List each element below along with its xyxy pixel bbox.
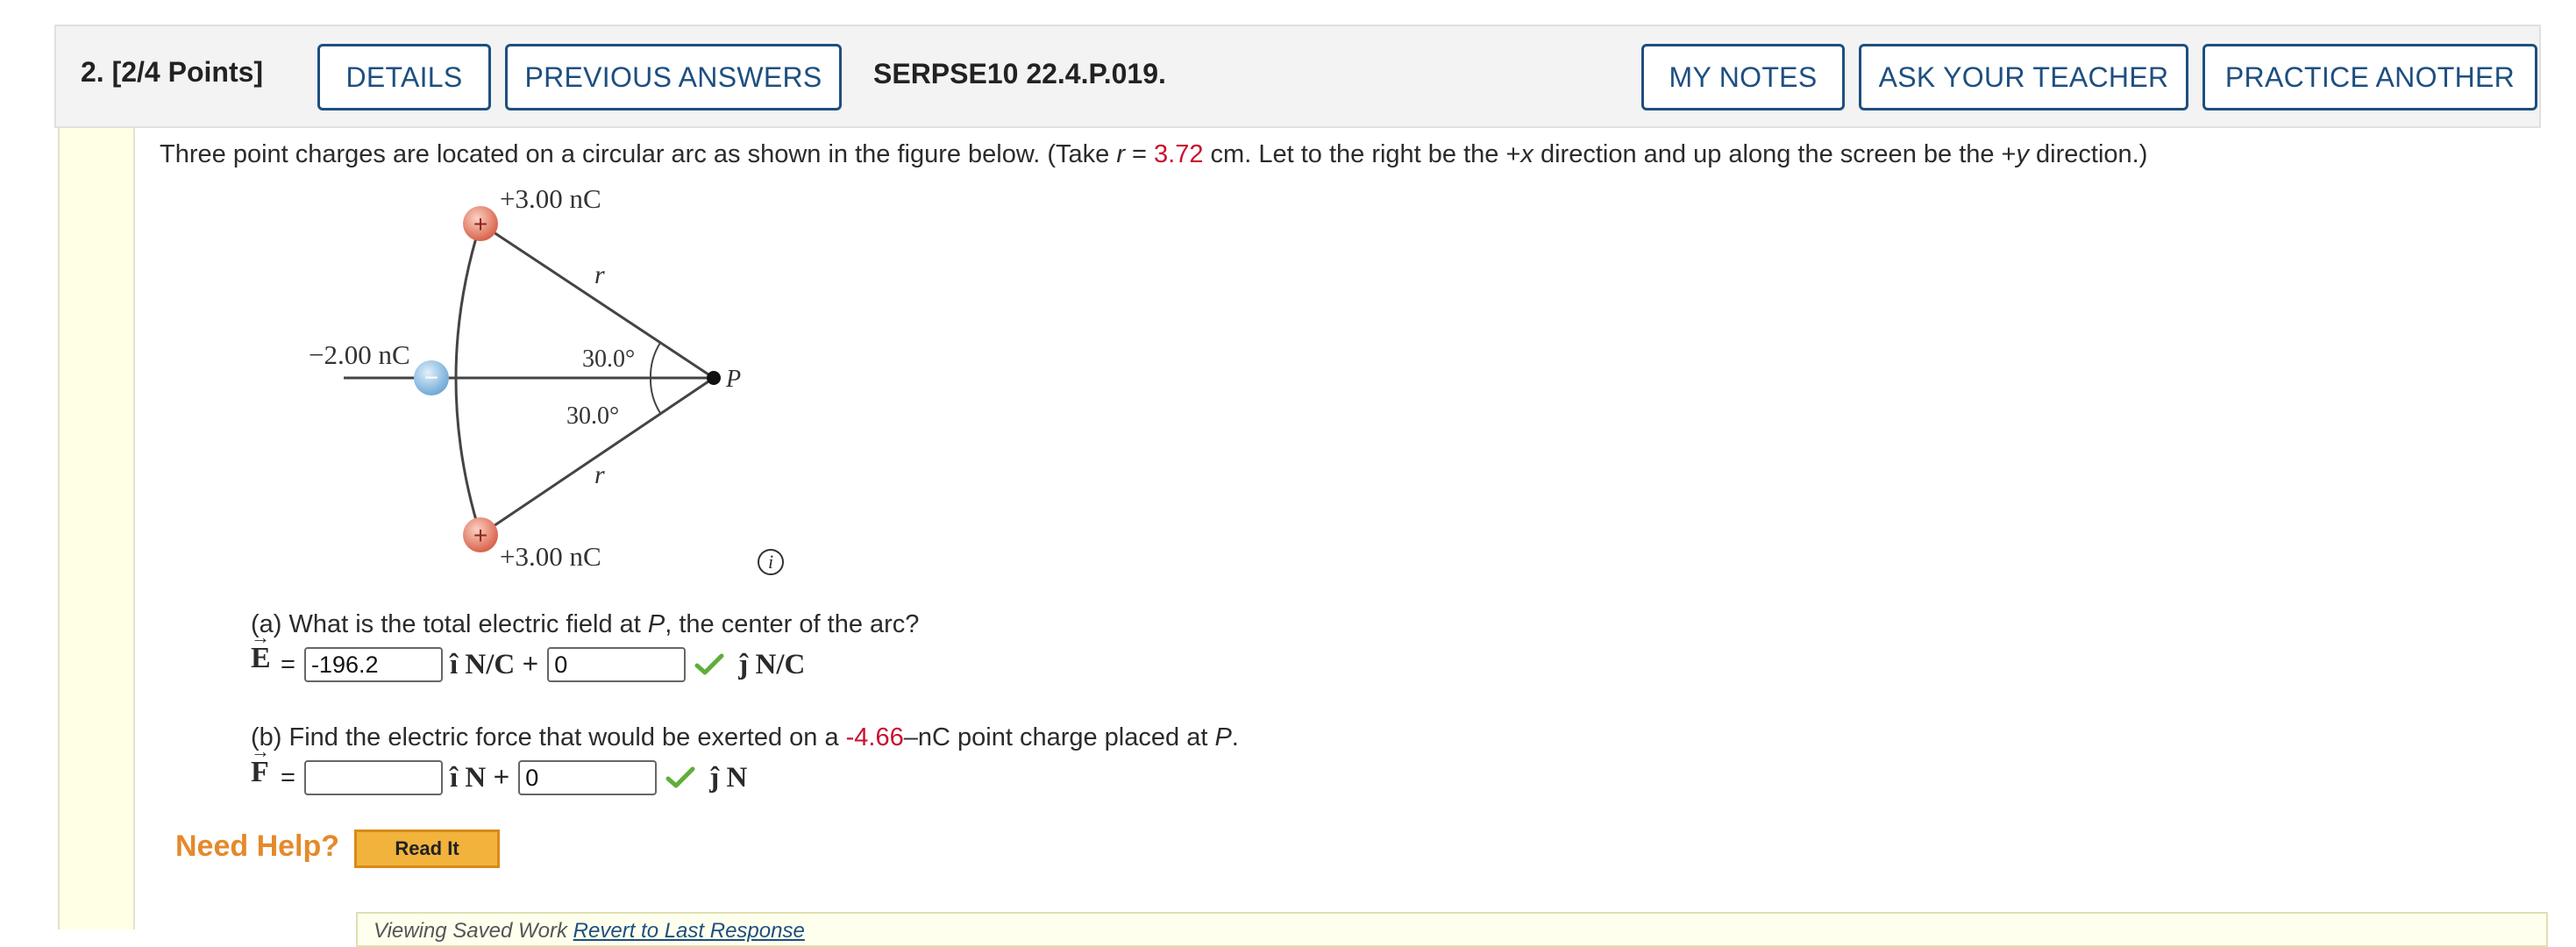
part-b-p-variable: P <box>1214 723 1232 751</box>
plus-sign-bottom: + <box>473 522 487 549</box>
upper-angle-label: 30.0° <box>582 345 635 373</box>
viewing-saved-work-text: Viewing Saved Work <box>374 919 573 943</box>
r-label-top: r <box>594 260 605 289</box>
revert-to-last-response-link[interactable]: Revert to Last Response <box>573 919 805 943</box>
bottom-charge-label: +3.00 nC <box>500 541 601 572</box>
part-a-j-input[interactable]: 0 <box>547 647 687 682</box>
lower-angle-label: 30.0° <box>566 402 619 430</box>
correct-check-icon <box>665 766 695 788</box>
vector-arrow-icon: → <box>251 626 270 648</box>
part-a-text-1: (a) What is the total electric field at <box>251 610 648 638</box>
part-b-question: (b) Find the electric force that would b… <box>251 723 1239 752</box>
part-a-p-variable: P <box>647 610 665 638</box>
part-b-equals: = <box>281 763 295 792</box>
previous-answers-button[interactable]: PREVIOUS ANSWERS <box>505 44 842 110</box>
need-help-label: Need Help? <box>175 830 340 863</box>
part-a-equals: = <box>281 650 295 679</box>
problem-code: SERPSE10 22.4.P.019. <box>873 58 1166 89</box>
part-b-j-input[interactable]: 0 <box>518 760 658 795</box>
charge-arc-figure: + − + +3.00 nC −2.00 nC +3.00 nC r r 30.… <box>309 183 741 572</box>
top-charge-label: +3.00 nC <box>500 183 601 214</box>
intro-text-4: direction.) <box>2029 140 2148 168</box>
ask-your-teacher-button[interactable]: ASK YOUR TEACHER <box>1859 44 2188 110</box>
lower-angle-arc <box>649 377 661 414</box>
details-button[interactable]: DETAILS <box>317 44 491 110</box>
middle-charge-label: −2.00 nC <box>309 339 410 370</box>
r-variable: r <box>1116 140 1125 168</box>
vector-arrow-icon: → <box>251 740 270 762</box>
y-variable: y <box>2016 140 2030 168</box>
r-label-bottom: r <box>594 460 605 489</box>
part-b-j-unit: ĵ N <box>709 761 748 794</box>
point-p-label: P <box>725 366 741 393</box>
part-b-i-unit: î N + <box>449 761 510 794</box>
f-vector-symbol: → F <box>251 740 270 789</box>
part-a-i-input[interactable]: -196.2 <box>303 647 443 682</box>
lower-radius-line <box>480 376 715 537</box>
plus-sign-top: + <box>473 210 487 238</box>
part-b-charge-value: -4.66 <box>845 723 904 751</box>
part-b-text-1: (b) Find the electric force that would b… <box>251 723 846 751</box>
r-value: 3.72 <box>1154 140 1204 168</box>
part-b-text-2: –nC point charge placed at <box>903 723 1215 751</box>
info-icon[interactable]: i <box>758 549 784 575</box>
my-notes-button[interactable]: MY NOTES <box>1641 44 1845 110</box>
correct-check-icon <box>694 653 724 675</box>
minus-sign-middle: − <box>424 364 438 391</box>
question-side-bar <box>58 128 135 929</box>
part-a-i-unit: î N/C + <box>449 648 539 680</box>
read-it-button[interactable]: Read It <box>354 830 500 868</box>
part-b-i-input[interactable] <box>303 760 443 795</box>
upper-angle-arc <box>649 342 661 379</box>
problem-statement: Three point charges are located on a cir… <box>160 140 2147 169</box>
intro-text-2: cm. Let to the right be the + <box>1203 140 1521 168</box>
e-vector-symbol: → E <box>251 626 271 675</box>
intro-text-3: direction and up along the screen be the… <box>1533 140 2017 168</box>
point-p-dot <box>707 371 721 385</box>
part-b-answer-line: = î N + 0 ĵ N <box>281 760 752 795</box>
saved-work-banner: Viewing Saved Work Revert to Last Respon… <box>356 912 2548 947</box>
part-a-text-2: , the center of the arc? <box>665 610 920 638</box>
intro-text-1: Three point charges are located on a cir… <box>160 140 1117 168</box>
part-b-text-3: . <box>1231 723 1239 751</box>
part-a-answer-line: = -196.2 î N/C + 0 ĵ N/C <box>281 647 810 682</box>
part-a-question: (a) What is the total electric field at … <box>251 610 919 639</box>
equals-sign: = <box>1124 140 1155 168</box>
practice-another-button[interactable]: PRACTICE ANOTHER <box>2202 44 2537 110</box>
question-number-points: 2. [2/4 Points] <box>81 56 264 88</box>
x-variable: x <box>1520 140 1534 168</box>
part-a-j-unit: ĵ N/C <box>738 648 806 680</box>
